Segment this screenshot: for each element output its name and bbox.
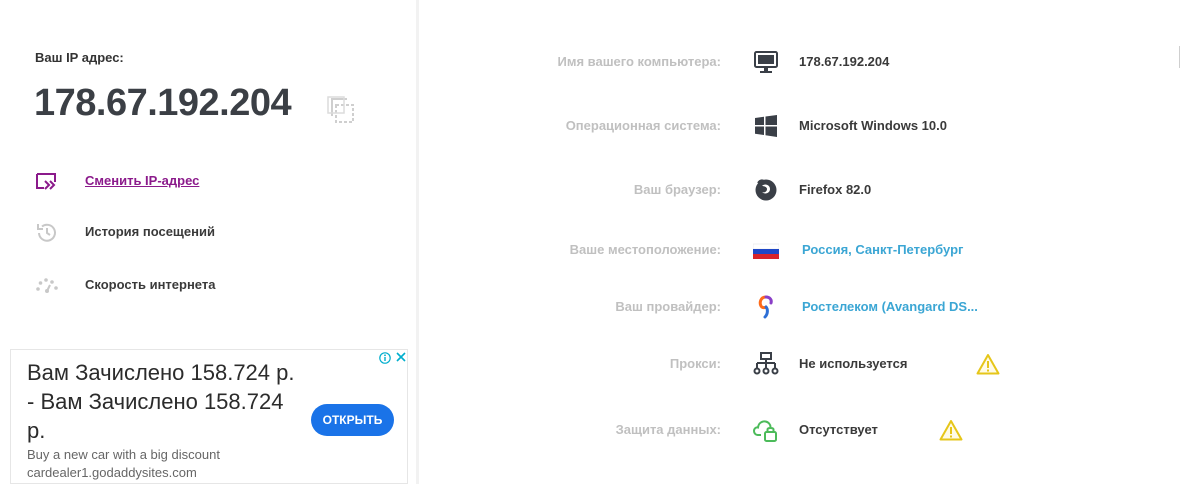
detail-key: Ваш браузер: (633, 182, 721, 197)
provider-link[interactable]: Ростелеком (Avangard DS... (802, 299, 978, 314)
windows-icon (755, 115, 777, 137)
menu-item-change-ip[interactable]: Сменить IP-адрес (35, 170, 199, 194)
close-icon[interactable] (395, 351, 407, 363)
detail-row-data-protection: Защита данных: Отсутствует (419, 415, 1181, 445)
menu-item-label: Сменить IP-адрес (85, 173, 200, 188)
copy-icon[interactable] (327, 96, 355, 124)
ip-panel: Ваш IP адрес: 178.67.192.204 Сменить IP-… (0, 0, 416, 484)
detail-row-browser: Ваш браузер: Firefox 82.0 (419, 175, 1181, 205)
details-panel: Имя вашего компьютера: 178.67.192.204 Оп… (419, 0, 1181, 484)
ad-title[interactable]: Вам Зачислено 158.724 р. - Вам Зачислено… (27, 358, 297, 445)
menu-item-history[interactable]: История посещений (35, 221, 215, 245)
menu-item-speed[interactable]: Скорость интернета (35, 274, 215, 298)
info-icon[interactable] (379, 352, 391, 364)
speedometer-icon (36, 278, 58, 293)
detail-value: Отсутствует (799, 422, 878, 437)
detail-key: Ваш провайдер: (615, 299, 721, 314)
detail-key: Защита данных: (615, 422, 721, 437)
russia-flag-icon (753, 243, 779, 259)
ad-banner[interactable]: Вам Зачислено 158.724 р. - Вам Зачислено… (10, 349, 408, 484)
detail-row-os: Операционная система: Microsoft Windows … (419, 111, 1181, 141)
history-icon (37, 223, 56, 242)
detail-key: Ваше местоположение: (569, 242, 721, 257)
ad-description: Buy a new car with a big discount (27, 447, 220, 462)
switch-ip-icon (36, 173, 56, 190)
ip-address: 178.67.192.204 (34, 82, 292, 124)
warning-icon (976, 354, 1000, 375)
menu-item-label: Скорость интернета (85, 277, 216, 292)
detail-row-location: Ваше местоположение: Россия, Санкт-Петер… (419, 235, 1181, 265)
detail-key: Имя вашего компьютера: (557, 54, 721, 69)
detail-row-computer-name: Имя вашего компьютера: 178.67.192.204 (419, 47, 1181, 77)
detail-value: Не используется (799, 356, 908, 371)
rostelecom-icon (758, 295, 773, 319)
location-link[interactable]: Россия, Санкт-Петербург (802, 242, 963, 257)
panel-edge-divider (1179, 46, 1180, 68)
firefox-icon (755, 179, 777, 201)
ip-label: Ваш IP адрес: (35, 50, 124, 65)
menu-item-label: История посещений (85, 224, 215, 239)
monitor-icon (754, 51, 778, 73)
cloud-lock-icon (753, 420, 777, 442)
ad-domain: cardealer1.godaddysites.com (27, 465, 197, 480)
detail-value: Firefox 82.0 (799, 182, 872, 197)
detail-value: Microsoft Windows 10.0 (799, 118, 947, 133)
detail-key: Прокси: (669, 356, 721, 371)
detail-row-provider: Ваш провайдер: Ростелеком (Avangard DS..… (419, 292, 1181, 322)
detail-key: Операционная система: (565, 118, 721, 133)
detail-row-proxy: Прокси: Не используется (419, 349, 1181, 379)
warning-icon (939, 420, 963, 441)
ad-open-button[interactable]: ОТКРЫТЬ (311, 404, 394, 436)
detail-value: 178.67.192.204 (799, 54, 890, 69)
ad-description-block: Buy a new car with a big discount cardea… (27, 446, 220, 482)
proxy-network-icon (753, 352, 779, 375)
